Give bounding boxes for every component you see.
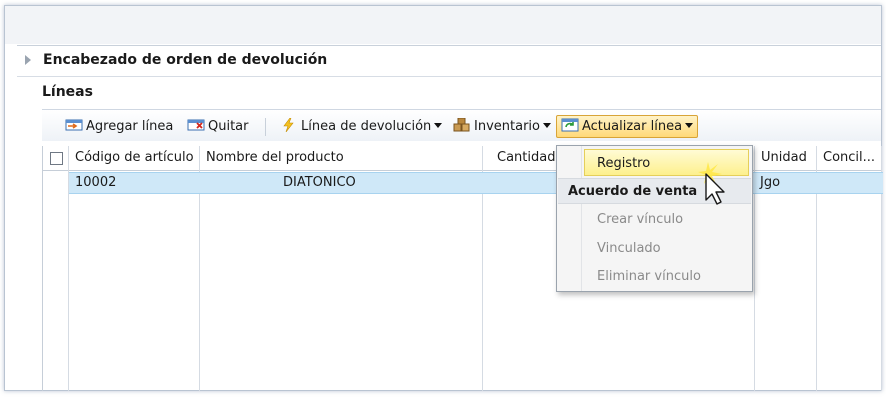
menu-item-remove-link[interactable]: Eliminar vínculo [557,263,752,290]
column-header-quantity[interactable]: Cantidad R [491,146,557,171]
remove-icon [187,118,205,132]
expand-triangle-icon[interactable] [25,55,31,65]
update-icon [561,118,579,132]
column-header-item-code[interactable]: Código de artículo [69,146,199,171]
add-line-button[interactable]: Agregar línea [60,115,178,138]
inventory-label: Inventario [474,119,540,134]
menu-item-create-link[interactable]: Crear vínculo [557,206,752,233]
toolbar-separator [265,118,266,136]
row-item-code[interactable]: 10002 [75,173,116,193]
remove-label: Quitar [208,119,249,134]
column-header-unit[interactable]: Unidad [755,146,816,171]
chevron-down-icon [542,123,551,128]
select-all-checkbox[interactable] [50,152,63,165]
chevron-down-icon [685,123,694,128]
add-line-label: Agregar línea [86,119,174,134]
section-title: Encabezado de orden de devolución [43,52,328,68]
return-line-button[interactable]: Línea de devolución [275,115,447,138]
top-strip [5,6,881,44]
row-product-name[interactable]: DIATONICO [283,173,356,193]
row-unit[interactable]: Jgo [760,173,780,193]
remove-button[interactable]: Quitar [182,115,254,138]
column-header-reconcile[interactable]: Concil... [817,146,881,171]
inventory-button[interactable]: Inventario [448,115,556,138]
lines-toolbar: Agregar línea Quitar Línea de devolución… [42,109,881,141]
boxes-icon [453,117,471,132]
lightning-icon [280,117,298,133]
window-frame: Encabezado de orden de devolución Líneas… [4,5,883,391]
update-line-label: Actualizar línea [582,119,683,134]
header-section[interactable]: Encabezado de orden de devolución [17,45,881,77]
column-header-product-name[interactable]: Nombre del producto [200,146,482,171]
menu-item-linked[interactable]: Vinculado [557,235,752,262]
return-line-label: Línea de devolución [301,119,432,134]
lines-grid: Código de artículo Nombre del producto C… [42,146,883,391]
update-line-button[interactable]: Actualizar línea [556,115,699,138]
add-line-icon [65,118,83,132]
mouse-pointer-icon [698,162,725,205]
chevron-down-icon [434,123,443,128]
lines-title: Líneas [42,84,93,100]
